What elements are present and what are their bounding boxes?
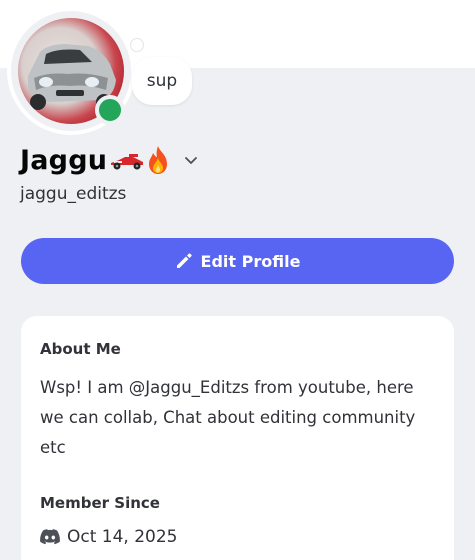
profile-page: sup Jaggu jaggu_editzs Edit Profile Abou…	[0, 0, 475, 560]
edit-profile-label: Edit Profile	[200, 251, 301, 271]
display-name: Jaggu	[20, 144, 108, 176]
profile-info-card: About Me Wsp! I am @Jaggu_Editzs from yo…	[21, 316, 454, 560]
custom-status-bubble[interactable]: sup	[132, 57, 192, 105]
race-car-icon	[111, 154, 144, 170]
status-bubble-dot	[130, 38, 144, 52]
member-since-row: Oct 14, 2025	[40, 524, 178, 550]
edit-profile-button[interactable]: Edit Profile	[21, 238, 454, 284]
pencil-icon	[176, 253, 192, 268]
online-status-indicator	[95, 95, 125, 125]
custom-status-text: sup	[146, 71, 178, 91]
discord-icon	[40, 529, 60, 545]
about-me-heading: About Me	[40, 340, 121, 358]
fire-icon	[149, 146, 168, 174]
member-since-heading: Member Since	[40, 494, 160, 512]
username: jaggu_editzs	[20, 184, 127, 204]
chevron-down-icon[interactable]	[183, 152, 199, 168]
display-name-row[interactable]: Jaggu	[20, 140, 199, 180]
member-since-date: Oct 14, 2025	[67, 527, 178, 547]
about-me-text: Wsp! I am @Jaggu_Editzs from youtube, he…	[40, 378, 416, 457]
